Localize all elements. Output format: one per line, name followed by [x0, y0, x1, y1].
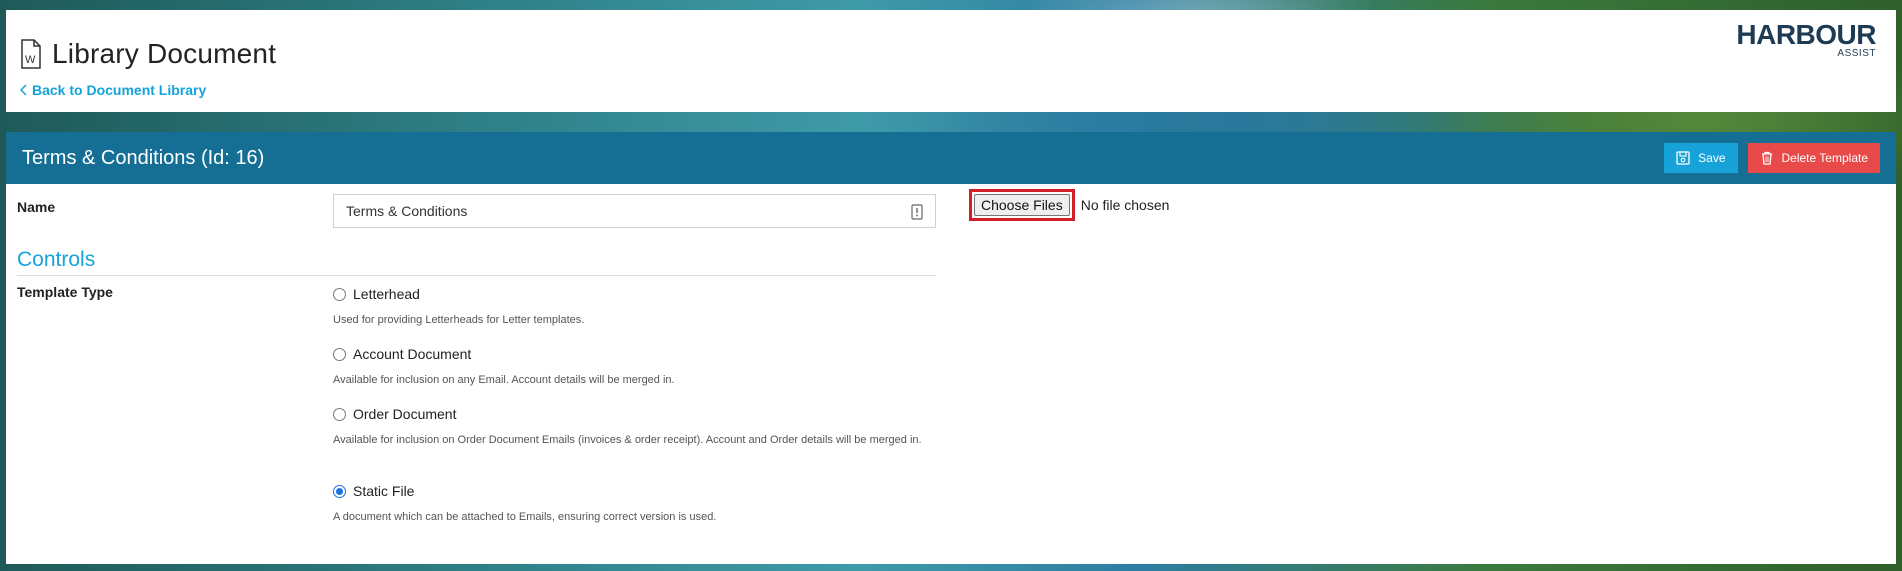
option-description: Available for inclusion on any Email. Ac… [333, 374, 675, 386]
page-header-card: W Library Document Back to Document Libr… [6, 10, 1896, 112]
chevron-left-icon [20, 84, 27, 96]
radio-letterhead-circle[interactable] [333, 287, 346, 301]
trash-icon [1761, 151, 1772, 165]
field-info-icon [911, 204, 923, 220]
file-upload: Choose Files No file chosen [969, 189, 1169, 221]
document-panel: Terms & Conditions (Id: 16) Save Delete … [6, 132, 1896, 564]
radio-order-document[interactable]: Order Document [333, 406, 933, 422]
harbour-assist-logo: HARBOUR ASSIST [1736, 19, 1876, 60]
option-label: Letterhead [353, 286, 420, 302]
section-divider [17, 275, 936, 276]
file-button-highlight: Choose Files [969, 189, 1075, 221]
name-input-value: Terms & Conditions [346, 203, 468, 219]
option-description: Available for inclusion on Order Documen… [333, 434, 922, 446]
header-actions: Save Delete Template [1664, 143, 1880, 173]
save-button[interactable]: Save [1664, 143, 1738, 173]
title-row: W Library Document [20, 38, 276, 70]
choose-files-button[interactable]: Choose Files [974, 194, 1070, 216]
option-static-file: Static File A document which can be atta… [333, 483, 933, 526]
template-type-label: Template Type [17, 284, 113, 300]
radio-account-document-circle[interactable] [333, 347, 346, 361]
radio-account-document[interactable]: Account Document [333, 346, 933, 362]
radio-static-file-circle[interactable] [333, 484, 346, 498]
option-order-document: Order Document Available for inclusion o… [333, 406, 933, 449]
logo-main-text: HARBOUR [1736, 19, 1876, 50]
save-label: Save [1698, 151, 1726, 165]
name-label: Name [17, 199, 56, 215]
radio-order-document-circle[interactable] [333, 407, 346, 421]
option-label: Order Document [353, 406, 457, 422]
save-icon [1676, 151, 1690, 165]
svg-text:W: W [25, 54, 36, 66]
panel-title: Terms & Conditions (Id: 16) [22, 146, 265, 169]
page-title: Library Document [52, 38, 277, 69]
back-to-library-link[interactable]: Back to Document Library [20, 82, 206, 98]
delete-template-button[interactable]: Delete Template [1747, 143, 1880, 173]
radio-letterhead[interactable]: Letterhead [333, 286, 933, 302]
word-document-icon: W [21, 39, 41, 69]
option-letterhead: Letterhead Used for providing Letterhead… [333, 286, 933, 329]
back-link-label: Back to Document Library [32, 82, 207, 98]
option-description: Used for providing Letterheads for Lette… [333, 314, 585, 326]
panel-header: Terms & Conditions (Id: 16) Save Delete … [6, 132, 1896, 184]
file-status: No file chosen [1080, 197, 1170, 213]
option-description: A document which can be attached to Emai… [333, 511, 717, 523]
option-account-document: Account Document Available for inclusion… [333, 346, 933, 389]
delete-label: Delete Template [1781, 151, 1869, 165]
option-label: Static File [353, 483, 415, 499]
radio-static-file[interactable]: Static File [333, 483, 933, 499]
option-label: Account Document [353, 346, 472, 362]
controls-heading: Controls [17, 248, 96, 271]
name-input[interactable]: Terms & Conditions [333, 194, 936, 228]
